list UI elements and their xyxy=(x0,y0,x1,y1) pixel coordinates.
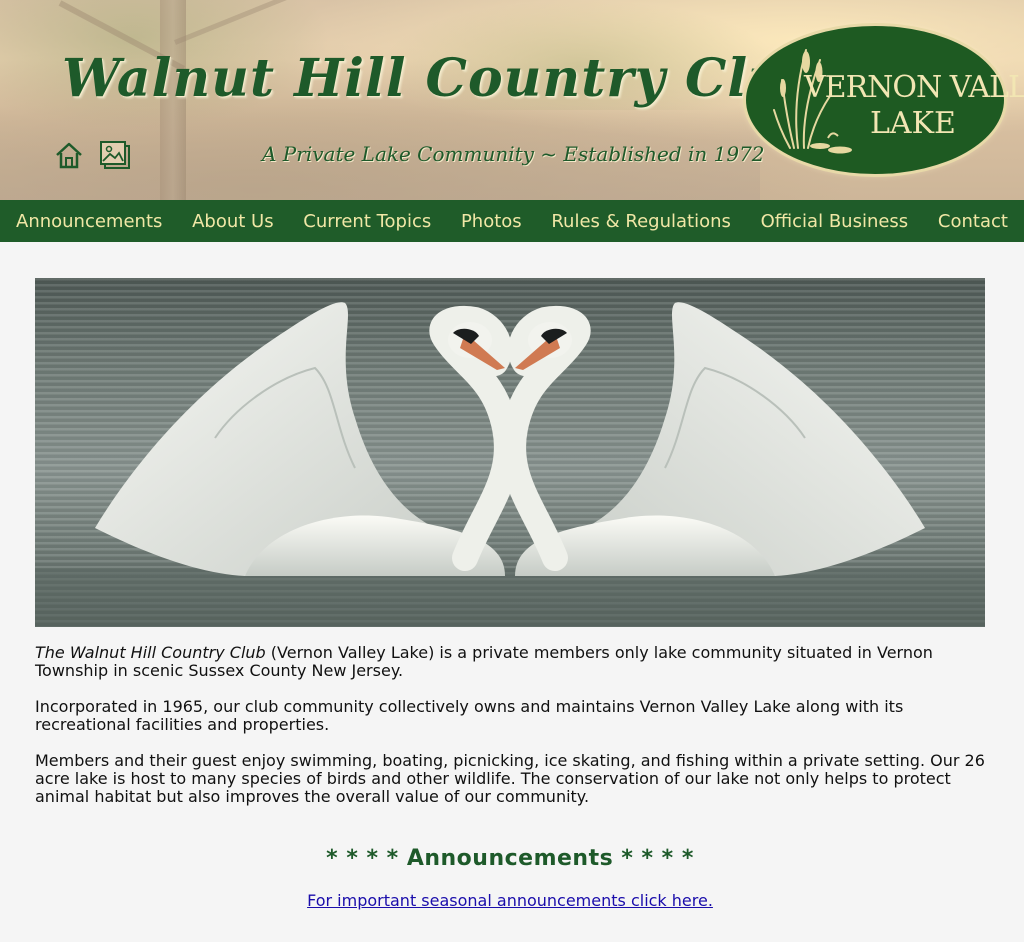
nav-item-current-topics[interactable]: Current Topics xyxy=(303,211,431,232)
nav-item-contact[interactable]: Contact xyxy=(938,211,1008,232)
intro-paragraph-3: Members and their guest enjoy swimming, … xyxy=(35,751,985,806)
site-title: Walnut Hill Country Club xyxy=(62,48,825,109)
nav-item-announcements[interactable]: Announcements xyxy=(16,211,162,232)
club-name: The Walnut Hill Country Club xyxy=(35,643,266,662)
nav-item-rules-regulations[interactable]: Rules & Regulations xyxy=(551,211,731,232)
nav-item-about-us[interactable]: About Us xyxy=(192,211,274,232)
main-content: The Walnut Hill Country Club (Vernon Val… xyxy=(0,242,1024,910)
announcements-heading: * * * * Announcements * * * * xyxy=(326,846,694,871)
left-swan xyxy=(95,302,520,576)
intro-paragraph-2: Incorporated in 1965, our club community… xyxy=(35,697,904,734)
intro-text: The Walnut Hill Country Club (Vernon Val… xyxy=(35,644,989,806)
home-icon[interactable] xyxy=(52,138,86,172)
site-tagline: A Private Lake Community ~ Established i… xyxy=(262,142,765,166)
header-banner: Walnut Hill Country Club A Private Lake … xyxy=(0,0,1024,200)
nav-item-official-business[interactable]: Official Business xyxy=(761,211,909,232)
main-nav: Announcements About Us Current Topics Ph… xyxy=(0,200,1024,242)
logo-text-line2: LAKE xyxy=(870,106,956,141)
gallery-icon[interactable] xyxy=(98,138,132,172)
hero-swans-image xyxy=(35,278,985,627)
seasonal-announcements-link[interactable]: For important seasonal announcements cli… xyxy=(307,891,713,910)
right-swan xyxy=(500,302,925,576)
announcements-link-wrap: For important seasonal announcements cli… xyxy=(35,891,985,910)
logo-text-line1: VERNON VALLEY xyxy=(804,70,1024,105)
vernon-valley-lake-logo: VERNON VALLEY LAKE xyxy=(746,26,1024,174)
intro-paragraph-1: The Walnut Hill Country Club (Vernon Val… xyxy=(35,644,985,680)
nav-item-photos[interactable]: Photos xyxy=(461,211,522,232)
